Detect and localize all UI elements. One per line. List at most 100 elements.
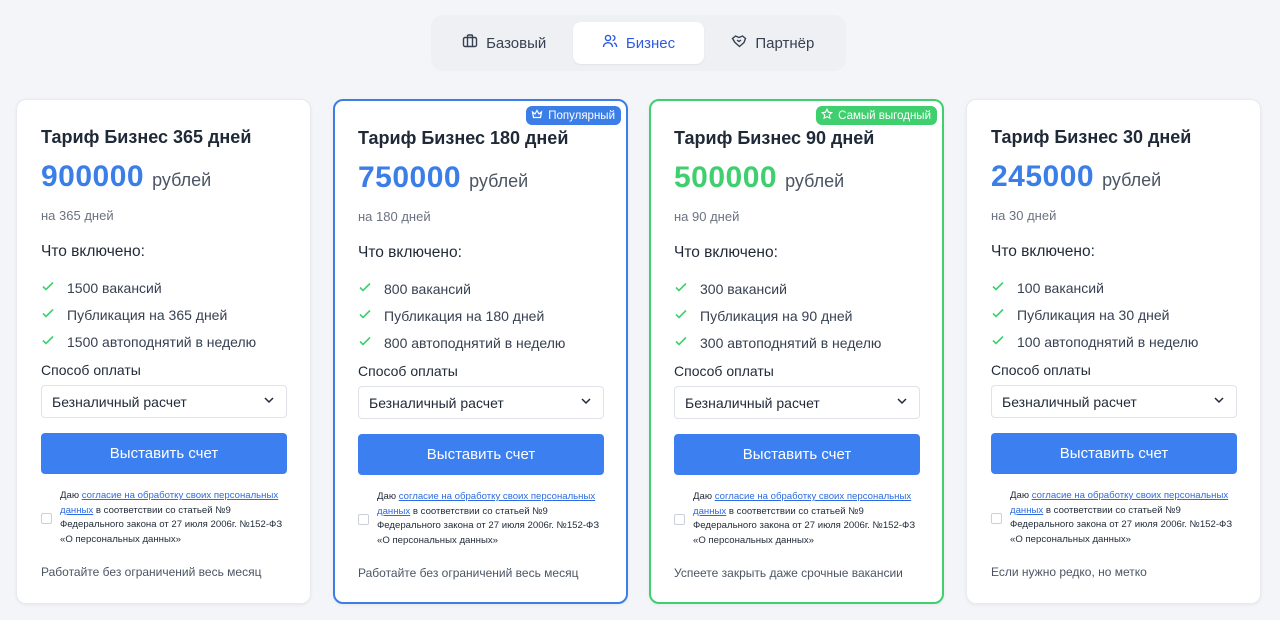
consent-text: Даю согласие на обработку своих персонал… [693, 490, 924, 548]
consent-prefix: Даю [1010, 490, 1032, 501]
consent-text: Даю согласие на обработку своих персонал… [377, 490, 608, 548]
popular-badge: Популярный [526, 106, 621, 125]
feature-text: 100 вакансий [1017, 279, 1104, 296]
card-title: Тариф Бизнес 180 дней [358, 128, 569, 148]
tab-business[interactable]: Бизнес [573, 22, 704, 64]
plan-tabs: Базовый Бизнес Партнёр [431, 15, 846, 71]
included-heading: Что включено: [674, 244, 778, 261]
feature-item: 1500 автоподнятий в неделю [41, 328, 256, 355]
consent-block: Даю согласие на обработку своих персонал… [991, 489, 1241, 547]
feature-item: 300 автоподнятий в неделю [674, 329, 881, 356]
check-icon [41, 279, 55, 296]
check-icon [674, 307, 688, 324]
feature-text: 1500 вакансий [67, 279, 162, 296]
issue-invoice-button[interactable]: Выставить счет [674, 434, 920, 475]
users-icon [602, 33, 618, 53]
plan-card-365: Тариф Бизнес 365 дней 900000 рублей на 3… [16, 99, 311, 604]
consent-prefix: Даю [693, 491, 715, 502]
issue-invoice-button[interactable]: Выставить счет [991, 433, 1237, 474]
feature-item: 800 вакансий [358, 275, 565, 302]
feature-item: 100 вакансий [991, 274, 1198, 301]
tab-basic[interactable]: Базовый [439, 22, 569, 64]
period: на 180 дней [358, 209, 431, 224]
consent-suffix: в соответствии со статьей №9 Федеральног… [377, 505, 600, 546]
period: на 365 дней [41, 208, 114, 223]
chevron-down-icon [1212, 393, 1226, 410]
feature-text: 300 автоподнятий в неделю [700, 334, 882, 351]
check-icon [41, 333, 55, 350]
chevron-down-icon [262, 393, 276, 410]
feature-item: 800 автоподнятий в неделю [358, 329, 565, 356]
feature-text: 800 вакансий [384, 280, 471, 297]
consent-block: Даю согласие на обработку своих персонал… [674, 490, 924, 548]
consent-checkbox[interactable] [41, 512, 52, 524]
included-heading: Что включено: [358, 244, 462, 261]
check-icon [358, 280, 372, 297]
badge-label: Самый выгодный [838, 109, 931, 122]
feature-item: 300 вакансий [674, 275, 881, 302]
feature-list: 1500 вакансий Публикация на 365 дней 150… [41, 274, 256, 355]
feature-item: Публикация на 180 дней [358, 302, 565, 329]
price: 900000 [41, 160, 145, 193]
consent-block: Даю согласие на обработку своих персонал… [41, 489, 291, 547]
check-icon [358, 334, 372, 351]
price: 500000 [674, 161, 778, 194]
feature-item: Публикация на 365 дней [41, 301, 256, 328]
currency: рублей [785, 171, 845, 191]
card-title: Тариф Бизнес 365 дней [41, 127, 252, 147]
feature-item: Публикация на 30 дней [991, 301, 1198, 328]
tab-partner[interactable]: Партнёр [708, 22, 838, 64]
consent-checkbox[interactable] [674, 513, 685, 525]
check-icon [991, 279, 1005, 296]
consent-text: Даю согласие на обработку своих персонал… [60, 489, 291, 547]
price-row: 500000 рублей [674, 161, 844, 195]
payment-label: Способ оплаты [674, 363, 774, 379]
price: 245000 [991, 160, 1095, 193]
chevron-down-icon [895, 394, 909, 411]
feature-item: 100 автоподнятий в неделю [991, 328, 1198, 355]
check-icon [41, 306, 55, 323]
chevron-down-icon [579, 394, 593, 411]
handshake-icon [731, 33, 747, 53]
tab-label: Партнёр [755, 34, 815, 52]
feature-text: Публикация на 30 дней [1017, 306, 1170, 323]
included-heading: Что включено: [41, 243, 145, 260]
consent-checkbox[interactable] [991, 512, 1002, 524]
payment-label: Способ оплаты [358, 363, 458, 379]
issue-invoice-button[interactable]: Выставить счет [358, 434, 604, 475]
consent-prefix: Даю [377, 491, 399, 502]
issue-invoice-button[interactable]: Выставить счет [41, 433, 287, 474]
feature-list: 100 вакансий Публикация на 30 дней 100 а… [991, 274, 1198, 355]
feature-text: Публикация на 365 дней [67, 306, 228, 323]
currency: рублей [1102, 170, 1162, 190]
card-note: Работайте без ограничений весь месяц [358, 566, 579, 580]
feature-text: Публикация на 90 дней [700, 307, 853, 324]
feature-text: Публикация на 180 дней [384, 307, 545, 324]
payment-selected: Безналичный расчет [52, 393, 187, 410]
currency: рублей [469, 171, 529, 191]
consent-suffix: в соответствии со статьей №9 Федеральног… [1010, 504, 1233, 545]
check-icon [358, 307, 372, 324]
card-note: Успеете закрыть даже срочные вакансии [674, 566, 903, 580]
check-icon [991, 333, 1005, 350]
payment-selected: Безналичный расчет [685, 394, 820, 411]
payment-method-select[interactable]: Безналичный расчет [991, 385, 1237, 418]
payment-method-select[interactable]: Безналичный расчет [358, 386, 604, 419]
payment-method-select[interactable]: Безналичный расчет [674, 386, 920, 419]
check-icon [991, 306, 1005, 323]
payment-method-select[interactable]: Безналичный расчет [41, 385, 287, 418]
period: на 30 дней [991, 208, 1057, 223]
consent-prefix: Даю [60, 490, 82, 501]
plan-card-180: Популярный Тариф Бизнес 180 дней 750000 … [333, 99, 628, 604]
consent-suffix: в соответствии со статьей №9 Федеральног… [60, 504, 283, 545]
best-value-badge: Самый выгодный [816, 106, 937, 125]
consent-text: Даю согласие на обработку своих персонал… [1010, 489, 1241, 547]
feature-text: 100 автоподнятий в неделю [1017, 333, 1199, 350]
payment-label: Способ оплаты [991, 362, 1091, 378]
badge-label: Популярный [548, 109, 615, 122]
consent-checkbox[interactable] [358, 513, 369, 525]
payment-label: Способ оплаты [41, 362, 141, 378]
feature-item: Публикация на 90 дней [674, 302, 881, 329]
check-icon [674, 280, 688, 297]
star-icon [821, 107, 834, 123]
